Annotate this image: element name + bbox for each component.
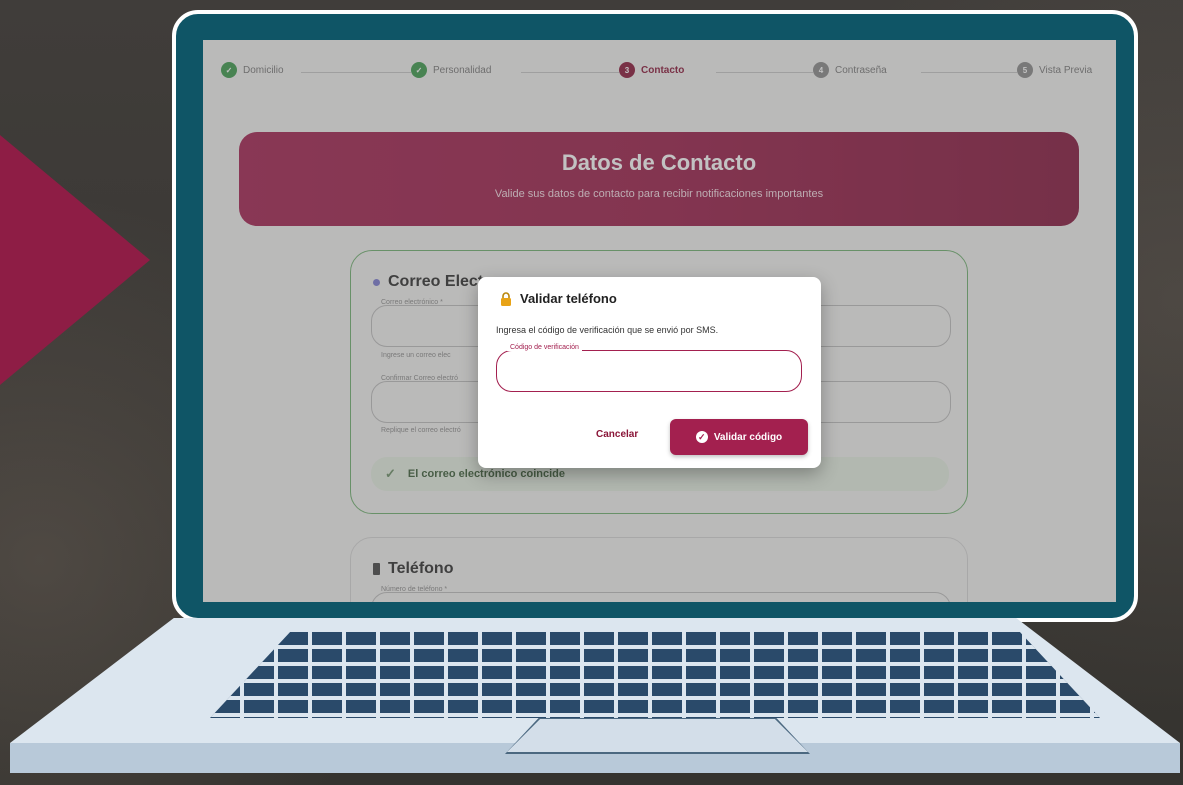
laptop-screen: ✓ Domicilio ✓ Personalidad 3 Contacto 4 …: [203, 40, 1116, 602]
dialog-message: Ingresa el código de verificación que se…: [496, 325, 719, 335]
verification-code-label: Código de verificación: [507, 344, 582, 351]
lock-icon: [501, 291, 511, 306]
laptop-keyboard: [210, 632, 1100, 718]
decorative-triangle: [0, 135, 150, 385]
verification-code-input[interactable]: [505, 359, 797, 385]
dialog-title: Validar teléfono: [500, 291, 617, 306]
check-circle-icon: ✓: [695, 431, 708, 443]
verification-code-field: Código de verificación: [496, 344, 802, 392]
validate-phone-dialog: Validar teléfono Ingresa el código de ve…: [478, 277, 821, 468]
cancel-button[interactable]: Cancelar: [590, 428, 644, 441]
laptop-trackpad: [507, 719, 808, 752]
validate-code-button[interactable]: ✓ Validar código: [670, 419, 808, 455]
